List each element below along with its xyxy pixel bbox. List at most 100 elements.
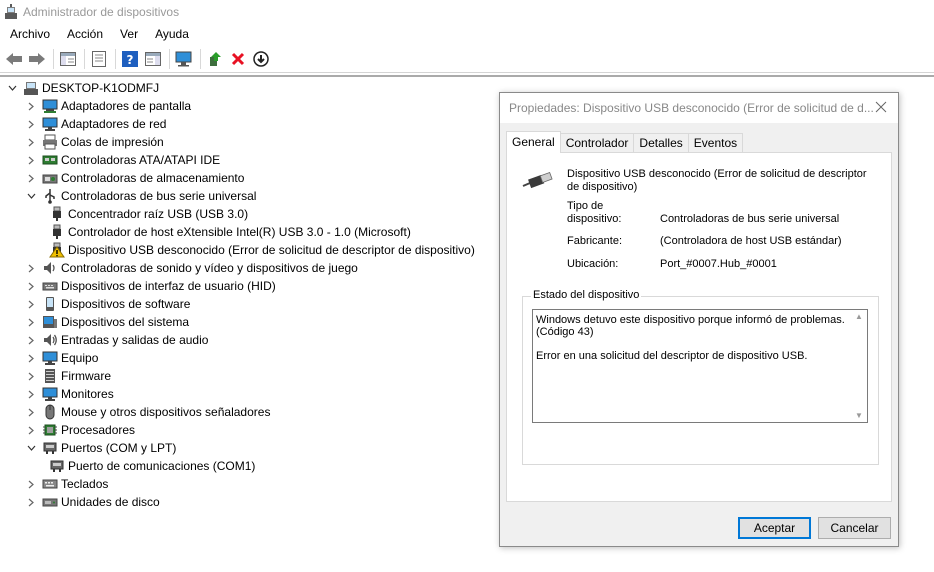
update-driver-icon[interactable] <box>205 49 225 69</box>
audio-io-icon <box>42 332 58 348</box>
tree-item-label: Controladoras de sonido y vídeo y dispos… <box>61 261 358 275</box>
chevron-right-icon[interactable] <box>25 169 37 187</box>
tree-item-label: Firmware <box>61 369 111 383</box>
chevron-down-icon[interactable] <box>25 439 37 457</box>
menu-bar: Archivo Acción Ver Ayuda <box>0 24 934 44</box>
chevron-right-icon[interactable] <box>25 475 37 493</box>
toolbar-separator <box>53 48 54 69</box>
chevron-right-icon[interactable] <box>25 115 37 133</box>
usb-plug-icon <box>521 171 553 193</box>
help-icon[interactable]: ? <box>120 49 140 69</box>
chevron-right-icon[interactable] <box>25 403 37 421</box>
chevron-right-icon[interactable] <box>25 313 37 331</box>
tree-item-label: Dispositivos de interfaz de usuario (HID… <box>61 279 276 293</box>
tree-item-label: Mouse y otros dispositivos señaladores <box>61 405 271 419</box>
tree-item-label: Unidades de disco <box>61 495 160 509</box>
dialog-title-bar: Propiedades: Dispositivo USB desconocido… <box>500 93 898 123</box>
chevron-right-icon[interactable] <box>25 133 37 151</box>
chevron-right-icon[interactable] <box>25 421 37 439</box>
menu-archivo[interactable]: Archivo <box>0 24 58 44</box>
manufacturer-value: (Controladora de host USB estándar) <box>660 235 842 247</box>
show-hide-console-tree-icon[interactable] <box>58 49 78 69</box>
toolbar-separator <box>169 48 170 69</box>
tree-item-label: Dispositivos de software <box>61 297 191 311</box>
warning-icon <box>49 242 65 258</box>
monitor-icon <box>42 386 58 402</box>
tab-controlador[interactable]: Controlador <box>559 133 635 153</box>
display-adapter-icon <box>42 98 58 114</box>
device-status-legend: Estado del dispositivo <box>531 289 642 301</box>
tree-item-label: Teclados <box>61 477 109 491</box>
chevron-right-icon[interactable] <box>25 277 37 295</box>
toolbar: ? <box>0 45 934 73</box>
chevron-down-icon[interactable] <box>25 187 37 205</box>
tree-item-label: Puertos (COM y LPT) <box>61 441 177 455</box>
disable-device-icon[interactable] <box>251 49 271 69</box>
system-device-icon <box>42 314 58 330</box>
tab-eventos[interactable]: Eventos <box>687 133 744 153</box>
tree-root-label: DESKTOP-K1ODMFJ <box>42 81 160 95</box>
cancel-button[interactable]: Cancelar <box>818 517 891 539</box>
ok-button[interactable]: Aceptar <box>738 517 811 539</box>
device-status-group: Estado del dispositivo Windows detuvo es… <box>522 289 879 465</box>
tree-item-label: Controlador de host eXtensible Intel(R) … <box>68 225 411 239</box>
print-queue-icon <box>42 134 58 150</box>
device-status-textbox[interactable]: Windows detuvo este dispositivo porque i… <box>532 309 868 423</box>
tree-item-label: Controladoras de almacenamiento <box>61 171 245 185</box>
firmware-icon <box>42 368 58 384</box>
svg-text:?: ? <box>127 53 134 67</box>
location-label: Ubicación: <box>567 258 619 270</box>
tree-item-label: Equipo <box>61 351 99 365</box>
scroll-down-icon[interactable]: ▼ <box>855 411 863 420</box>
scroll-up-icon[interactable]: ▲ <box>855 312 863 321</box>
tree-item-label: Dispositivos del sistema <box>61 315 190 329</box>
tree-item-label: Concentrador raíz USB (USB 3.0) <box>68 207 249 221</box>
tab-general[interactable]: General <box>506 131 561 153</box>
action-pane-icon[interactable] <box>143 49 163 69</box>
tree-item-label: Entradas y salidas de audio <box>61 333 209 347</box>
dialog-tabs: General Controlador Detalles Eventos <box>506 131 744 153</box>
tree-item-label: Monitores <box>61 387 114 401</box>
location-value: Port_#0007.Hub_#0001 <box>660 258 777 270</box>
chevron-right-icon[interactable] <box>25 295 37 313</box>
usb-device-icon <box>49 224 65 240</box>
window-title: Administrador de dispositivos <box>23 5 180 19</box>
sound-icon <box>42 260 58 276</box>
chevron-right-icon[interactable] <box>25 151 37 169</box>
chevron-right-icon[interactable] <box>25 259 37 277</box>
chevron-right-icon[interactable] <box>25 331 37 349</box>
device-type-value: Controladoras de bus serie universal <box>660 213 840 225</box>
ide-controller-icon <box>42 152 58 168</box>
chevron-right-icon[interactable] <box>25 367 37 385</box>
chevron-right-icon[interactable] <box>25 493 37 511</box>
manufacturer-label: Fabricante: <box>567 235 623 247</box>
device-type-label: Tipo de dispositivo: <box>567 200 622 225</box>
chevron-down-icon[interactable] <box>6 79 18 97</box>
tree-item-label: Adaptadores de red <box>61 117 167 131</box>
chevron-right-icon[interactable] <box>25 349 37 367</box>
menu-ver[interactable]: Ver <box>111 24 146 44</box>
chevron-right-icon[interactable] <box>25 385 37 403</box>
close-icon[interactable] <box>874 100 888 114</box>
tab-detalles[interactable]: Detalles <box>633 133 689 153</box>
forward-icon[interactable] <box>27 49 47 69</box>
title-bar: Administrador de dispositivos <box>0 0 934 24</box>
tree-item-label: Controladoras de bus serie universal <box>61 189 257 203</box>
chevron-right-icon[interactable] <box>25 97 37 115</box>
network-adapter-icon <box>42 116 58 132</box>
back-icon[interactable] <box>4 49 24 69</box>
tree-item-label: Adaptadores de pantalla <box>61 99 192 113</box>
properties-dialog: Propiedades: Dispositivo USB desconocido… <box>499 92 899 547</box>
uninstall-icon[interactable] <box>228 49 248 69</box>
menu-ayuda[interactable]: Ayuda <box>146 24 197 44</box>
disk-drive-icon <box>42 494 58 510</box>
toolbar-separator <box>84 48 85 69</box>
properties-icon[interactable] <box>89 49 109 69</box>
mouse-icon <box>42 404 58 420</box>
menu-accion[interactable]: Acción <box>58 24 111 44</box>
status-scrollbar[interactable]: ▲ ▼ <box>850 310 867 422</box>
keyboard-icon <box>42 476 58 492</box>
scan-hardware-icon[interactable] <box>174 49 194 69</box>
device-manager-app-icon <box>3 4 19 20</box>
tree-item-label: Dispositivo USB desconocido (Error de so… <box>68 243 475 257</box>
